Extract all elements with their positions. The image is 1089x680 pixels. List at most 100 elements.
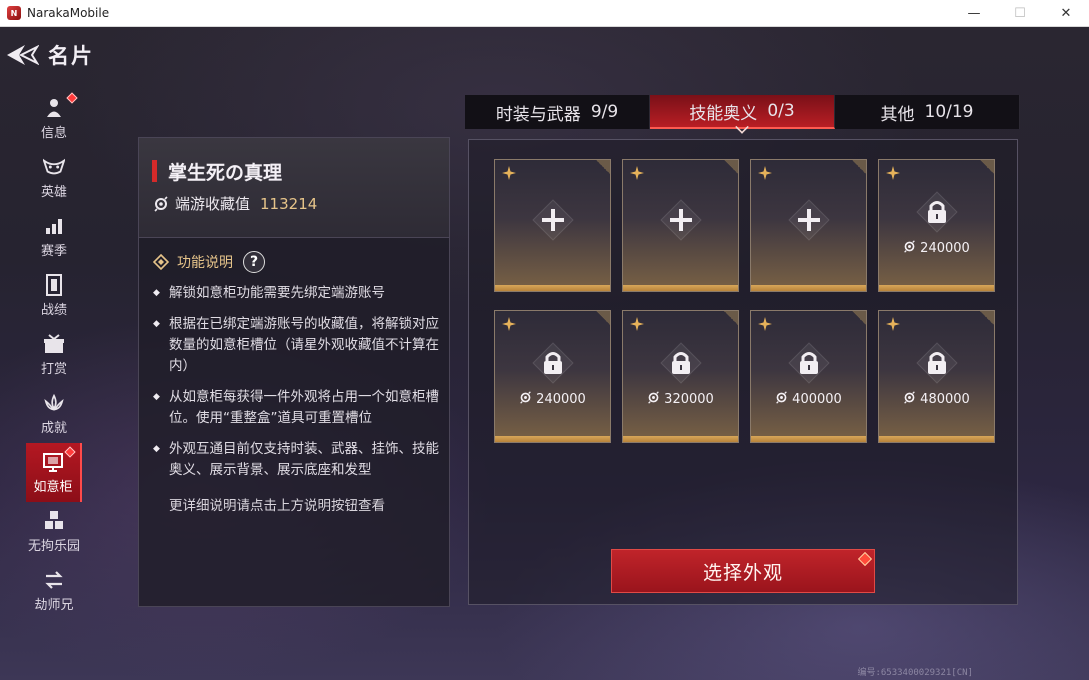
person-icon [43,97,65,119]
slot-grid-panel: 240000 240000 320000 400000 480000 [468,139,1018,605]
window-title: NarakaMobile [27,6,110,20]
unlock-value: 320000 [664,392,714,407]
tab-skill-mastery[interactable]: 技能奥义 0/3 [650,95,835,134]
star-icon [886,316,900,335]
sidebar-item-heroes[interactable]: 英雄 [26,148,82,207]
cabinet-icon [42,451,64,473]
unlock-value: 240000 [536,392,586,407]
select-appearance-button[interactable]: 选择外观 [611,549,875,593]
maximize-button[interactable]: ☐ [997,0,1043,27]
sidebar-item-season[interactable]: 赛季 [26,207,82,266]
tab-fashion-weapons[interactable]: 时装与武器 9/9 [465,95,650,129]
collection-value-icon [647,391,660,408]
list-item-text: 根据在已绑定端游账号的收藏值，将解锁对应数量的如意柜槽位（请星外观收藏值不计算在… [169,316,439,374]
plus-icon [787,198,831,242]
sidebar-item-achievement[interactable]: 成就 [26,384,82,443]
unlock-requirement: 400000 [751,391,866,408]
star-icon [502,165,516,184]
sidebar-item-info[interactable]: 信息 [26,89,82,148]
corner-decoration [852,311,866,325]
locked-slot[interactable]: 480000 [878,310,995,443]
bars-icon [43,215,65,237]
tab-label: 技能奥义 [689,103,758,124]
lock-icon [787,341,831,385]
unlock-value: 480000 [920,392,970,407]
player-uid: 编号:6533400029321[CN] [857,668,973,678]
list-item: ◆ 解锁如意柜功能需要先绑定端游账号 [153,283,443,304]
locked-slot[interactable]: 240000 [494,310,611,443]
sidebar: 信息 英雄 赛季 战绩 打赏 成就 如意柜 无拘乐园 劫师兄 [26,89,82,620]
lotus-icon [43,392,65,414]
list-item-text: 外观互通目前仅支持时装、武器、挂饰、技能奥义、展示背景、展示底座和发型 [169,441,439,478]
page-title: 名片 [48,44,94,68]
sidebar-item-reward[interactable]: 打赏 [26,325,82,384]
star-icon [630,316,644,335]
page-header: 名片 [0,37,94,73]
function-desc-row: 功能说明 ? [153,251,265,273]
detail-note: 更详细说明请点击上方说明按钮查看 [169,498,385,514]
tab-count: 10/19 [924,102,974,122]
swap-icon [43,569,65,591]
star-icon [502,316,516,335]
sidebar-item-label: 英雄 [40,184,67,200]
lock-icon [659,341,703,385]
gift-icon [43,333,65,355]
collection-label: 端游收藏值 [175,195,251,213]
unlock-requirement: 320000 [623,391,738,408]
category-tabs: 时装与武器 9/9 技能奥义 0/3 其他 10/19 [465,95,1021,134]
empty-slot[interactable] [494,159,611,292]
sidebar-item-label: 打赏 [40,361,67,377]
sidebar-item-record[interactable]: 战绩 [26,266,82,325]
title-accent-bar [152,160,157,182]
collection-value-icon [154,195,168,212]
sidebar-item-label: 成就 [40,420,67,436]
list-item: ◆ 根据在已绑定端游账号的收藏值，将解锁对应数量的如意柜槽位（请星外观收藏值不计算… [153,314,443,377]
tab-other[interactable]: 其他 10/19 [835,95,1020,129]
collection-row: 端游收藏值 113214 [153,193,317,214]
locked-slot[interactable]: 400000 [750,310,867,443]
bullet-icon: ◆ [153,319,160,329]
notification-dot [66,92,78,104]
sidebar-item-label: 信息 [40,125,67,141]
sidebar-item-label: 劫师兄 [34,597,74,613]
collection-value: 113214 [260,194,318,213]
unlock-requirement: 240000 [879,240,994,257]
star-icon [758,165,772,184]
corner-decoration [980,160,994,174]
window-controls: — ☐ ✕ [951,0,1089,27]
list-item-text: 从如意柜每获得一件外观将占用一个如意柜槽位。使用“重整盒”道具可重置槽位 [169,389,439,426]
diamond-icon [153,254,169,270]
empty-slot[interactable] [750,159,867,292]
sidebar-item-senior[interactable]: 劫师兄 [26,561,82,620]
lock-icon [915,190,959,234]
card-header: 掌生死の真理 端游收藏值 113214 [139,138,449,238]
corner-decoration [724,160,738,174]
list-item: ◆ 外观互通目前仅支持时装、武器、挂饰、技能奥义、展示背景、展示底座和发型 [153,439,443,481]
close-button[interactable]: ✕ [1043,0,1089,27]
card-name: 掌生死の真理 [168,162,283,184]
locked-slot[interactable]: 320000 [622,310,739,443]
star-icon [758,316,772,335]
app-icon-letter: N [10,8,18,18]
collection-value-icon [903,240,916,257]
tab-count: 9/9 [590,102,619,122]
sidebar-item-label: 赛季 [40,243,67,259]
notification-dot [64,446,76,458]
minimize-button[interactable]: — [951,0,997,27]
sidebar-item-paradise[interactable]: 无拘乐园 [26,502,82,561]
empty-slot[interactable] [622,159,739,292]
unlock-requirement: 240000 [495,391,610,408]
tab-count: 0/3 [767,101,795,121]
list-item-text: 解锁如意柜功能需要先绑定端游账号 [169,285,385,301]
back-button[interactable] [0,37,44,73]
window-titlebar: N NarakaMobile — ☐ ✕ [0,0,1089,27]
sidebar-item-cabinet[interactable]: 如意柜 [26,443,82,502]
star-icon [886,165,900,184]
bullet-icon: ◆ [153,392,160,402]
function-desc-title: 功能说明 [177,255,233,271]
locked-slot[interactable]: 240000 [878,159,995,292]
banner-icon [43,273,65,296]
corner-decoration [596,160,610,174]
help-button[interactable]: ? [243,251,265,273]
tab-label: 时装与武器 [495,104,581,125]
